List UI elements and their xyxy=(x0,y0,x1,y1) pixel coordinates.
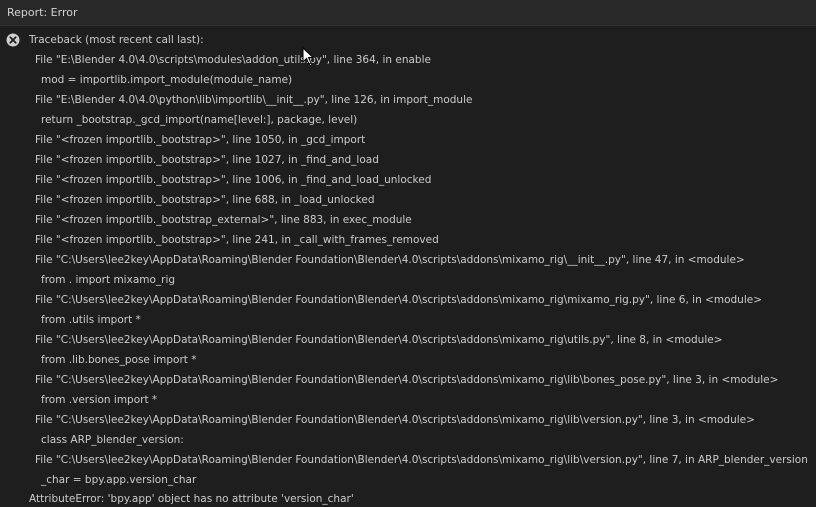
traceback-code-line: return _bootstrap._gcd_import(name[level… xyxy=(41,114,358,126)
traceback-line: File "<frozen importlib._bootstrap>", li… xyxy=(35,154,379,166)
report-header: Report: Error xyxy=(0,0,816,26)
report-title: Report: Error xyxy=(7,6,78,19)
traceback-line: File "C:\Users\lee2key\AppData\Roaming\B… xyxy=(35,334,723,346)
traceback-code-line: from .utils import * xyxy=(41,314,141,326)
traceback-line: File "C:\Users\lee2key\AppData\Roaming\B… xyxy=(35,414,755,426)
mouse-pointer-icon xyxy=(302,47,314,65)
traceback-line: File "C:\Users\lee2key\AppData\Roaming\B… xyxy=(35,254,745,266)
traceback-line: File "C:\Users\lee2key\AppData\Roaming\B… xyxy=(35,454,808,466)
traceback-line: File "<frozen importlib._bootstrap>", li… xyxy=(35,234,439,246)
traceback-line: File "C:\Users\lee2key\AppData\Roaming\B… xyxy=(35,374,779,386)
traceback-line: File "<frozen importlib._bootstrap>", li… xyxy=(35,134,366,146)
traceback-code-line: mod = importlib.import_module(module_nam… xyxy=(41,74,293,86)
traceback-line: File "<frozen importlib._bootstrap>", li… xyxy=(35,194,375,206)
traceback-code-line: from . import mixamo_rig xyxy=(41,274,176,286)
traceback-line: File "<frozen importlib._bootstrap_exter… xyxy=(35,214,412,226)
traceback-code-line: from .lib.bones_pose import * xyxy=(41,354,197,366)
traceback-line: File "E:\Blender 4.0\4.0\python\lib\impo… xyxy=(35,94,473,106)
traceback-header-line: Traceback (most recent call last): xyxy=(29,34,204,46)
traceback-code-line: _char = bpy.app.version_char xyxy=(41,474,197,486)
traceback-line: File "C:\Users\lee2key\AppData\Roaming\B… xyxy=(35,294,763,306)
error-circle-x-icon xyxy=(6,33,20,47)
traceback-line: File "<frozen importlib._bootstrap>", li… xyxy=(35,174,432,186)
traceback-code-line: class ARP_blender_version: xyxy=(41,434,184,446)
error-message-line: AttributeError: 'bpy.app' object has no … xyxy=(29,493,354,505)
traceback-code-line: from .version import * xyxy=(41,394,158,406)
traceback-line: File "E:\Blender 4.0\4.0\scripts\modules… xyxy=(35,54,431,66)
